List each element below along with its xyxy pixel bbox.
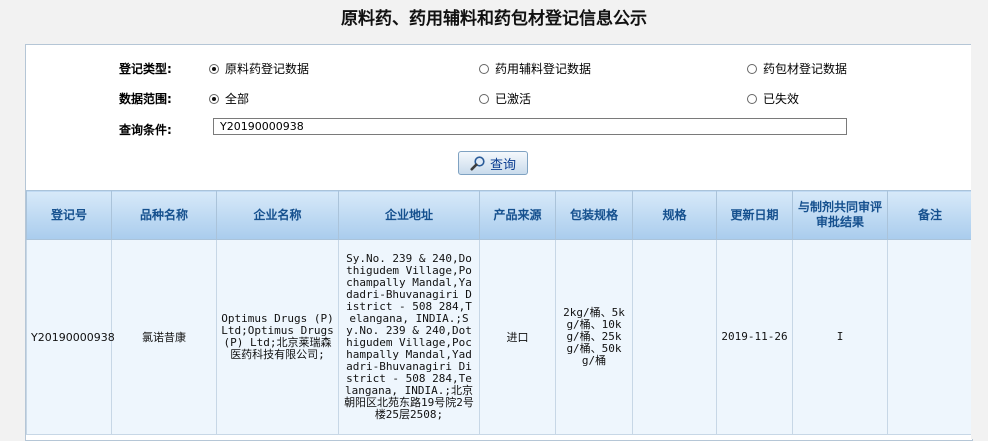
page-title: 原料药、药用辅料和药包材登记信息公示 — [341, 9, 647, 29]
cell-spec — [632, 239, 717, 435]
page-right-margin — [971, 44, 988, 439]
results-table: 登记号 品种名称 企业名称 企业地址 产品来源 包装规格 规格 更新日期 与制剂… — [26, 190, 973, 435]
search-panel: 登记类型: 原料药登记数据 药用辅料登记数据 药包材登记数据 数据范围: 全部 … — [25, 44, 973, 441]
header-company: 企业名称 — [216, 190, 339, 240]
radio-reg-type-packaging[interactable]: 药包材登记数据 — [747, 60, 847, 77]
radio-reg-type-excipient[interactable]: 药用辅料登记数据 — [479, 60, 591, 77]
cell-updated: 2019-11-26 — [716, 239, 793, 435]
query-input[interactable] — [213, 118, 847, 135]
header-updated: 更新日期 — [716, 190, 793, 240]
header-reg-no: 登记号 — [26, 190, 112, 240]
cell-review-result: I — [792, 239, 888, 435]
radio-icon[interactable] — [747, 93, 757, 104]
header-address: 企业地址 — [338, 190, 480, 240]
cell-reg-no: Y20190000938 — [26, 239, 115, 435]
radio-icon[interactable] — [479, 63, 489, 74]
cell-company: Optimus Drugs (P) Ltd;Optimus Drugs (P) … — [216, 239, 339, 435]
radio-scope-expired[interactable]: 已失效 — [747, 90, 799, 107]
header-remark: 备注 — [887, 190, 973, 240]
query-label: 查询条件: — [119, 123, 172, 137]
header-source: 产品来源 — [479, 190, 556, 240]
query-row: 查询条件: — [26, 118, 972, 140]
radio-reg-type-api[interactable]: 原料药登记数据 — [209, 60, 309, 77]
radio-scope-active[interactable]: 已激活 — [479, 90, 531, 107]
reg-type-row: 登记类型: 原料药登记数据 药用辅料登记数据 药包材登记数据 — [26, 57, 972, 79]
cell-source: 进口 — [479, 239, 556, 435]
header-spec: 规格 — [632, 190, 717, 240]
cell-address: Sy.No. 239 & 240,Dothigudem Village,Poch… — [338, 239, 480, 435]
cell-packaging: 2kg/桶、5kg/桶、10kg/桶、25kg/桶、50kg/桶 — [555, 239, 633, 435]
radio-scope-all[interactable]: 全部 — [209, 90, 249, 107]
radio-icon[interactable] — [479, 93, 489, 104]
cell-product: 氯诺昔康 — [111, 239, 217, 435]
radio-icon-checked[interactable] — [209, 63, 219, 74]
cell-remark — [887, 239, 973, 435]
radio-icon[interactable] — [747, 63, 757, 74]
data-scope-row: 数据范围: 全部 已激活 已失效 — [26, 87, 972, 109]
reg-type-label: 登记类型: — [119, 62, 172, 76]
search-button-label: 查询 — [489, 157, 516, 173]
magnifier-icon — [470, 156, 485, 171]
radio-icon-checked[interactable] — [209, 93, 219, 104]
search-button[interactable]: 查询 — [458, 151, 528, 175]
data-scope-label: 数据范围: — [119, 92, 172, 106]
table-header-row: 登记号 品种名称 企业名称 企业地址 产品来源 包装规格 规格 更新日期 与制剂… — [26, 190, 973, 240]
header-product: 品种名称 — [111, 190, 217, 240]
header-review-result: 与制剂共同审评审批结果 — [792, 190, 888, 240]
header-packaging: 包装规格 — [555, 190, 633, 240]
table-row: Y20190000938 氯诺昔康 Optimus Drugs (P) Ltd;… — [26, 239, 973, 435]
